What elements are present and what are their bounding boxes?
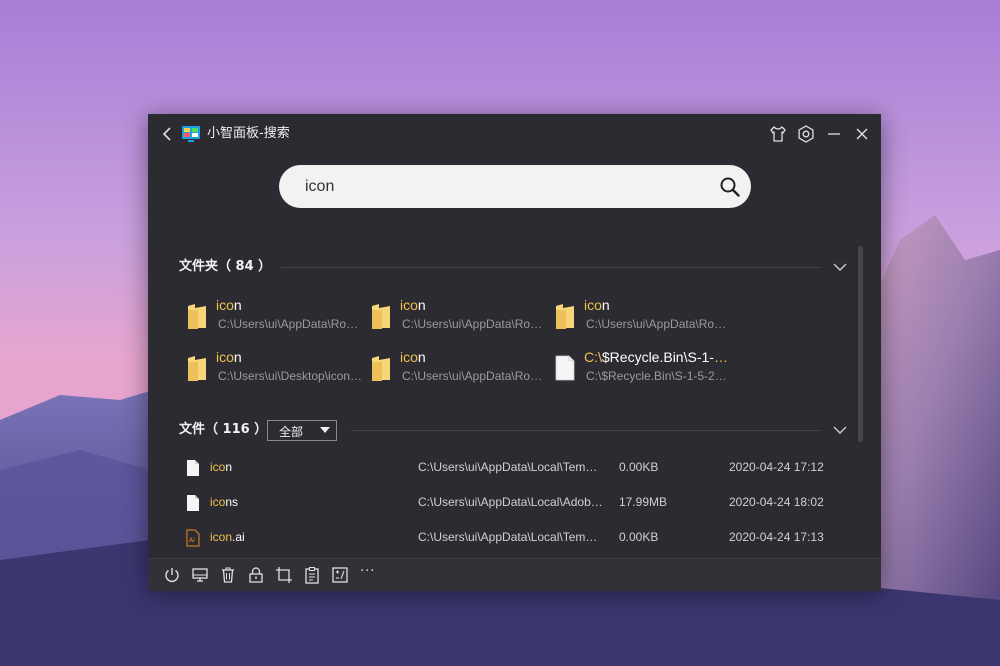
folder-name-rest: n	[233, 349, 242, 365]
crop-screenshot-icon[interactable]	[275, 566, 293, 584]
folder-result-item[interactable]: icon C:\Users\ui\AppData\Roaming\...	[362, 348, 547, 388]
folder-result-item[interactable]: icon C:\Users\ui\AppData\Roaming\...	[546, 296, 731, 336]
folder-name-rest: n	[233, 297, 242, 313]
calculator-icon[interactable]	[331, 566, 349, 584]
file-type-filter-dropdown[interactable]: 全部	[267, 420, 337, 441]
clipboard-icon[interactable]	[303, 566, 321, 584]
collapse-folders-chevron-icon[interactable]	[832, 259, 848, 275]
search-box[interactable]	[279, 165, 751, 208]
folder-name-highlight: C:\	[584, 349, 602, 365]
file-size: 0.00KB	[619, 460, 659, 474]
folder-path: C:\Users\ui\AppData\Roaming\...	[402, 317, 547, 331]
results-scrollbar[interactable]	[858, 246, 863, 442]
search-input[interactable]	[305, 175, 705, 198]
folder-name-rest: n	[601, 297, 610, 313]
files-section-header: 文件（ 116 ）	[179, 422, 268, 437]
trash-icon[interactable]	[219, 566, 237, 584]
file-date: 2020-04-24 17:12	[729, 460, 824, 474]
folder-icon	[188, 356, 206, 381]
folder-icon	[372, 356, 390, 381]
file-result-row[interactable]: icons C:\Users\ui\AppData\Local\Adobe\..…	[148, 486, 881, 521]
folder-icon	[188, 304, 206, 329]
blank-document-icon	[555, 355, 575, 381]
folder-name-highlight: ico	[216, 349, 234, 365]
folder-icon	[372, 304, 390, 329]
lock-icon[interactable]	[247, 566, 265, 584]
power-icon[interactable]	[163, 566, 181, 584]
folder-result-item[interactable]: icon C:\Users\ui\Desktop\icon\...	[178, 348, 363, 388]
svg-text:Ai: Ai	[189, 537, 195, 544]
folder-name-highlight: ico	[216, 297, 234, 313]
back-arrow-icon[interactable]	[158, 124, 178, 144]
illustrator-file-icon: Ai	[186, 529, 200, 547]
folders-section-header: 文件夹（ 84 ）	[179, 259, 272, 274]
skin-shirt-icon[interactable]	[768, 124, 788, 144]
section-divider	[281, 267, 821, 268]
file-name-rest: n	[225, 460, 233, 474]
more-options-button[interactable]: ···	[360, 564, 375, 579]
app-logo-icon	[182, 126, 200, 142]
folder-path: C:\$Recycle.Bin\S-1-5-21-...	[586, 369, 731, 383]
file-name-highlight: ico	[210, 495, 226, 509]
folder-path: C:\Users\ui\AppData\Roaming\...	[218, 317, 363, 331]
folder-name-highlight: ico	[584, 297, 602, 313]
bottom-toolbar: ···	[148, 558, 881, 591]
file-result-row[interactable]: Ai icon.ai C:\Users\ui\AppData\Local\Tem…	[148, 521, 881, 556]
filter-selected-value: 全部	[279, 425, 304, 439]
monitor-icon[interactable]	[191, 566, 209, 584]
file-result-row[interactable]: icon C:\Users\ui\AppData\Local\Temp\... …	[148, 451, 881, 486]
folder-icon	[556, 304, 574, 329]
folder-name-rest: n	[417, 297, 426, 313]
folder-name-highlight: ico	[400, 297, 418, 313]
folder-name-rest: n	[417, 349, 426, 365]
search-icon[interactable]	[719, 176, 741, 198]
file-size: 0.00KB	[619, 530, 659, 544]
file-size: 17.99MB	[619, 495, 668, 509]
file-name-highlight: ico	[210, 460, 226, 474]
section-divider	[351, 430, 821, 431]
dropdown-caret-icon	[320, 427, 330, 433]
folder-name-rest: $Recycle.Bin\S-1-5-21...	[601, 349, 729, 365]
file-path: C:\Users\ui\AppData\Local\Adobe\...	[418, 495, 603, 509]
search-panel-window: 小智面板-搜索 文件夹（ 84 ） i	[148, 114, 881, 591]
file-name-rest: .ai	[232, 530, 245, 544]
file-path: C:\Users\ui\AppData\Local\Temp\...	[418, 460, 603, 474]
file-name-rest: ns	[225, 495, 239, 509]
window-title: 小智面板-搜索	[207, 126, 290, 141]
file-icon	[187, 495, 199, 511]
folder-result-item[interactable]: icon C:\Users\ui\AppData\Roaming\...	[362, 296, 547, 336]
folder-name-highlight: ico	[400, 349, 418, 365]
settings-gear-icon[interactable]	[796, 124, 816, 144]
close-icon[interactable]	[852, 124, 872, 144]
file-date: 2020-04-24 18:02	[729, 495, 824, 509]
collapse-files-chevron-icon[interactable]	[832, 422, 848, 438]
folder-result-item[interactable]: C:\$Recycle.Bin\S-1-5-21... C:\$Recycle.…	[546, 348, 731, 388]
folder-path: C:\Users\ui\AppData\Roaming\...	[402, 369, 547, 383]
minimize-icon[interactable]	[824, 124, 844, 144]
title-bar: 小智面板-搜索	[148, 114, 881, 154]
folder-path: C:\Users\ui\AppData\Roaming\...	[586, 317, 731, 331]
file-name-highlight: icon	[210, 530, 233, 544]
file-icon	[187, 460, 199, 476]
file-date: 2020-04-24 17:13	[729, 530, 824, 544]
file-path: C:\Users\ui\AppData\Local\Temp\...	[418, 530, 603, 544]
folder-path: C:\Users\ui\Desktop\icon\...	[218, 369, 363, 383]
folder-result-item[interactable]: icon C:\Users\ui\AppData\Roaming\...	[178, 296, 363, 336]
